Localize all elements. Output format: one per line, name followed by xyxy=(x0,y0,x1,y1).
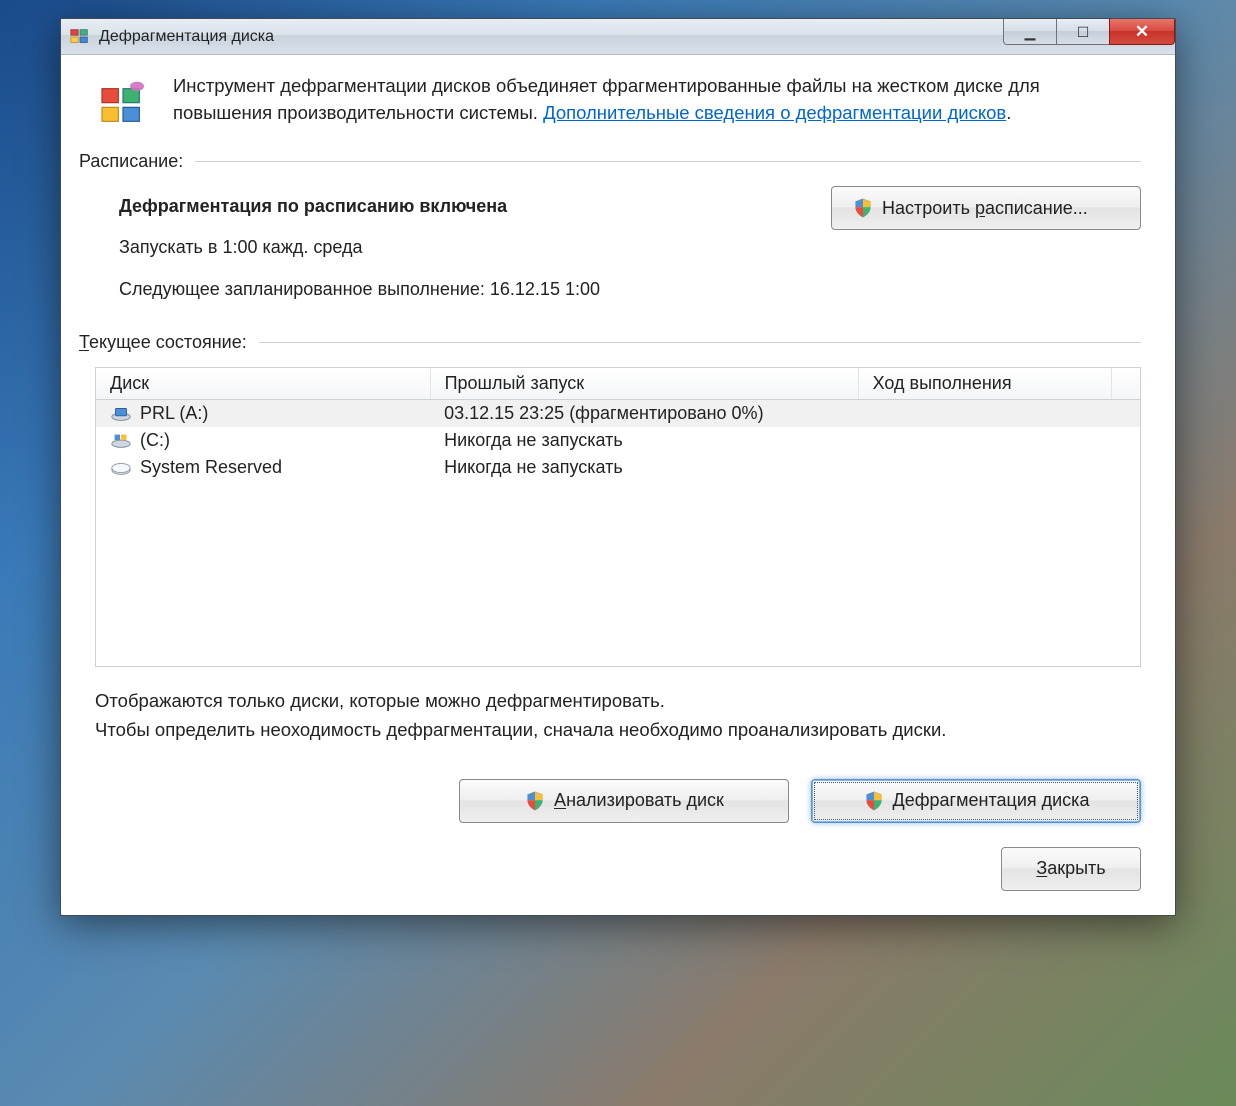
window-controls: ▁ ☐ ✕ xyxy=(1004,19,1175,45)
schedule-enabled-text: Дефрагментация по расписанию включена xyxy=(119,186,600,227)
schedule-section-label: Расписание: xyxy=(79,151,1141,172)
table-row[interactable]: System Reserved Никогда не запускать xyxy=(96,454,1140,481)
close-row: Закрыть xyxy=(95,847,1141,891)
disk-table: Диск Прошлый запуск Ход выполнения PRL (… xyxy=(96,368,1140,481)
drive-icon xyxy=(110,405,132,423)
col-spacer xyxy=(1112,368,1141,400)
table-row[interactable]: (C:) Никогда не запускать xyxy=(96,427,1140,454)
close-label: Закрыть xyxy=(1036,858,1105,879)
disk-lastrun: 03.12.15 23:25 (фрагментировано 0%) xyxy=(430,400,858,428)
disk-progress xyxy=(858,400,1111,428)
defrag-app-icon xyxy=(69,26,91,48)
schedule-run-text: Запускать в 1:00 кажд. среда xyxy=(119,227,600,268)
defrag-large-icon xyxy=(95,77,151,133)
analyze-disk-button[interactable]: Анализировать диск xyxy=(459,779,789,823)
schedule-next-text: Следующее запланированное выполнение: 16… xyxy=(119,269,600,310)
analyze-label: Анализировать диск xyxy=(554,790,724,811)
disk-table-wrap: Диск Прошлый запуск Ход выполнения PRL (… xyxy=(95,367,1141,667)
status-label-text: Текущее состояние: xyxy=(79,332,247,353)
status-section-label: Текущее состояние: xyxy=(79,332,1141,353)
disk-progress xyxy=(858,427,1111,454)
more-info-link[interactable]: Дополнительные сведения о дефрагментации… xyxy=(543,102,1006,123)
disk-name: System Reserved xyxy=(140,457,282,478)
disk-lastrun: Никогда не запускать xyxy=(430,454,858,481)
shield-icon xyxy=(863,790,885,812)
minimize-button[interactable]: ▁ xyxy=(1003,19,1057,45)
schedule-label-text: Расписание: xyxy=(79,151,183,172)
col-progress[interactable]: Ход выполнения xyxy=(858,368,1111,400)
schedule-block: Дефрагментация по расписанию включена За… xyxy=(119,186,1141,310)
configure-schedule-button[interactable]: Настроить расписание... xyxy=(831,186,1141,230)
close-window-button[interactable]: ✕ xyxy=(1109,19,1175,45)
divider xyxy=(195,161,1141,162)
disk-progress xyxy=(858,454,1111,481)
footer-line2: Чтобы определить неоходимость дефрагмент… xyxy=(95,716,1141,745)
drive-icon xyxy=(110,459,132,477)
col-lastrun[interactable]: Прошлый запуск xyxy=(430,368,858,400)
disk-name: PRL (A:) xyxy=(140,403,208,424)
intro-period: . xyxy=(1006,102,1011,123)
shield-icon xyxy=(524,790,546,812)
col-disk[interactable]: Диск xyxy=(96,368,430,400)
titlebar[interactable]: Дефрагментация диска ▁ ☐ ✕ xyxy=(61,19,1175,55)
footer-line1: Отображаются только диски, которые можно… xyxy=(95,687,1141,716)
table-row[interactable]: PRL (A:) 03.12.15 23:25 (фрагментировано … xyxy=(96,400,1140,428)
configure-schedule-label: Настроить расписание... xyxy=(882,198,1088,219)
action-row: Анализировать диск Дефрагментация диска xyxy=(95,779,1141,823)
defrag-window: Дефрагментация диска ▁ ☐ ✕ Инструмент де… xyxy=(60,18,1176,916)
disk-name: (C:) xyxy=(140,430,170,451)
content-area: Инструмент дефрагментации дисков объедин… xyxy=(61,55,1175,915)
maximize-button[interactable]: ☐ xyxy=(1056,19,1110,45)
intro-text: Инструмент дефрагментации дисков объедин… xyxy=(173,73,1141,133)
disk-lastrun: Никогда не запускать xyxy=(430,427,858,454)
window-title: Дефрагментация диска xyxy=(99,28,1004,46)
defragment-disk-button[interactable]: Дефрагментация диска xyxy=(811,779,1141,823)
intro-block: Инструмент дефрагментации дисков объедин… xyxy=(95,73,1141,133)
schedule-lines: Дефрагментация по расписанию включена За… xyxy=(119,186,600,310)
close-button[interactable]: Закрыть xyxy=(1001,847,1141,891)
footer-note: Отображаются только диски, которые можно… xyxy=(95,687,1141,744)
drive-icon xyxy=(110,432,132,450)
defrag-label: Дефрагментация диска xyxy=(893,790,1090,811)
shield-icon xyxy=(852,197,874,219)
divider xyxy=(259,342,1141,343)
